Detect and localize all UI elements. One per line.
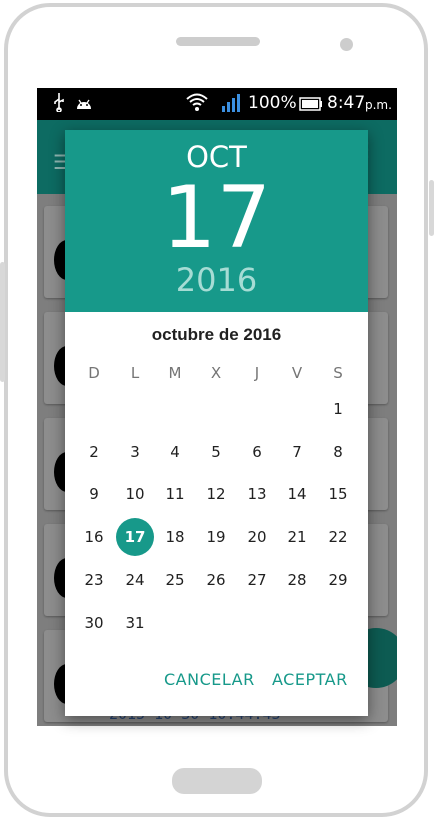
calendar-day[interactable]: 27 (237, 561, 277, 599)
calendar-day[interactable]: 9 (74, 475, 114, 513)
calendar-day[interactable]: 6 (237, 433, 277, 471)
calendar-day[interactable]: 12 (196, 475, 236, 513)
calendar-day[interactable]: 26 (196, 561, 236, 599)
date-picker-header: OCT 17 2016 (65, 130, 368, 312)
calendar-day[interactable]: 15 (318, 475, 358, 513)
calendar-day[interactable]: 4 (155, 433, 195, 471)
date-picker-dialog: OCT 17 2016 octubre de 2016 DLMXJVS12345… (65, 130, 368, 716)
android-icon (75, 96, 93, 116)
calendar-day[interactable]: 8 (318, 433, 358, 471)
weekday-header: V (291, 364, 303, 382)
weekday-header: L (130, 364, 140, 382)
clock-ampm: p.m. (365, 98, 392, 112)
weekday-header: M (168, 364, 182, 382)
calendar-day[interactable]: 10 (115, 475, 155, 513)
calendar-day[interactable]: 25 (155, 561, 195, 599)
weekday-header: D (88, 364, 100, 382)
usb-icon (53, 92, 65, 117)
calendar-day[interactable]: 11 (155, 475, 195, 513)
weekday-header: J (254, 364, 260, 382)
calendar-day[interactable]: 1 (318, 390, 358, 428)
calendar-day[interactable]: 19 (196, 518, 236, 556)
status-bar: 100% 8:47 p.m. (37, 88, 397, 120)
signal-icon (221, 93, 243, 118)
weekday-header: X (210, 364, 222, 382)
front-camera (340, 38, 353, 51)
calendar-day[interactable]: 20 (237, 518, 277, 556)
header-day[interactable]: 17 (65, 168, 368, 268)
calendar-day[interactable]: 24 (115, 561, 155, 599)
accept-button[interactable]: ACEPTAR (272, 670, 348, 689)
calendar-day[interactable]: 3 (115, 433, 155, 471)
weekday-header: S (333, 364, 343, 382)
calendar-month-title: octubre de 2016 (151, 325, 282, 344)
clock-time: 8:47 (327, 93, 366, 113)
cancel-button[interactable]: CANCELAR (164, 670, 255, 689)
calendar-day[interactable]: 16 (74, 518, 114, 556)
power-button (0, 262, 5, 382)
calendar-day[interactable]: 2 (74, 433, 114, 471)
calendar-day[interactable]: 22 (318, 518, 358, 556)
battery-icon (299, 96, 323, 116)
calendar-day[interactable]: 23 (74, 561, 114, 599)
calendar-day-selected[interactable]: 17 (115, 518, 155, 556)
header-year[interactable]: 2016 (65, 261, 368, 299)
volume-button (429, 180, 434, 236)
calendar-day[interactable]: 7 (277, 433, 317, 471)
calendar-day[interactable]: 14 (277, 475, 317, 513)
calendar-day[interactable]: 13 (237, 475, 277, 513)
calendar-day[interactable]: 5 (196, 433, 236, 471)
calendar-day[interactable]: 30 (74, 604, 114, 642)
calendar-day[interactable]: 21 (277, 518, 317, 556)
battery-percent: 100% (248, 93, 297, 113)
speaker-grille (176, 37, 260, 46)
calendar-day[interactable]: 31 (115, 604, 155, 642)
calendar-day[interactable]: 18 (155, 518, 195, 556)
home-button[interactable] (172, 768, 262, 794)
calendar-day[interactable]: 29 (318, 561, 358, 599)
wifi-icon (185, 92, 209, 117)
calendar-day[interactable]: 28 (277, 561, 317, 599)
